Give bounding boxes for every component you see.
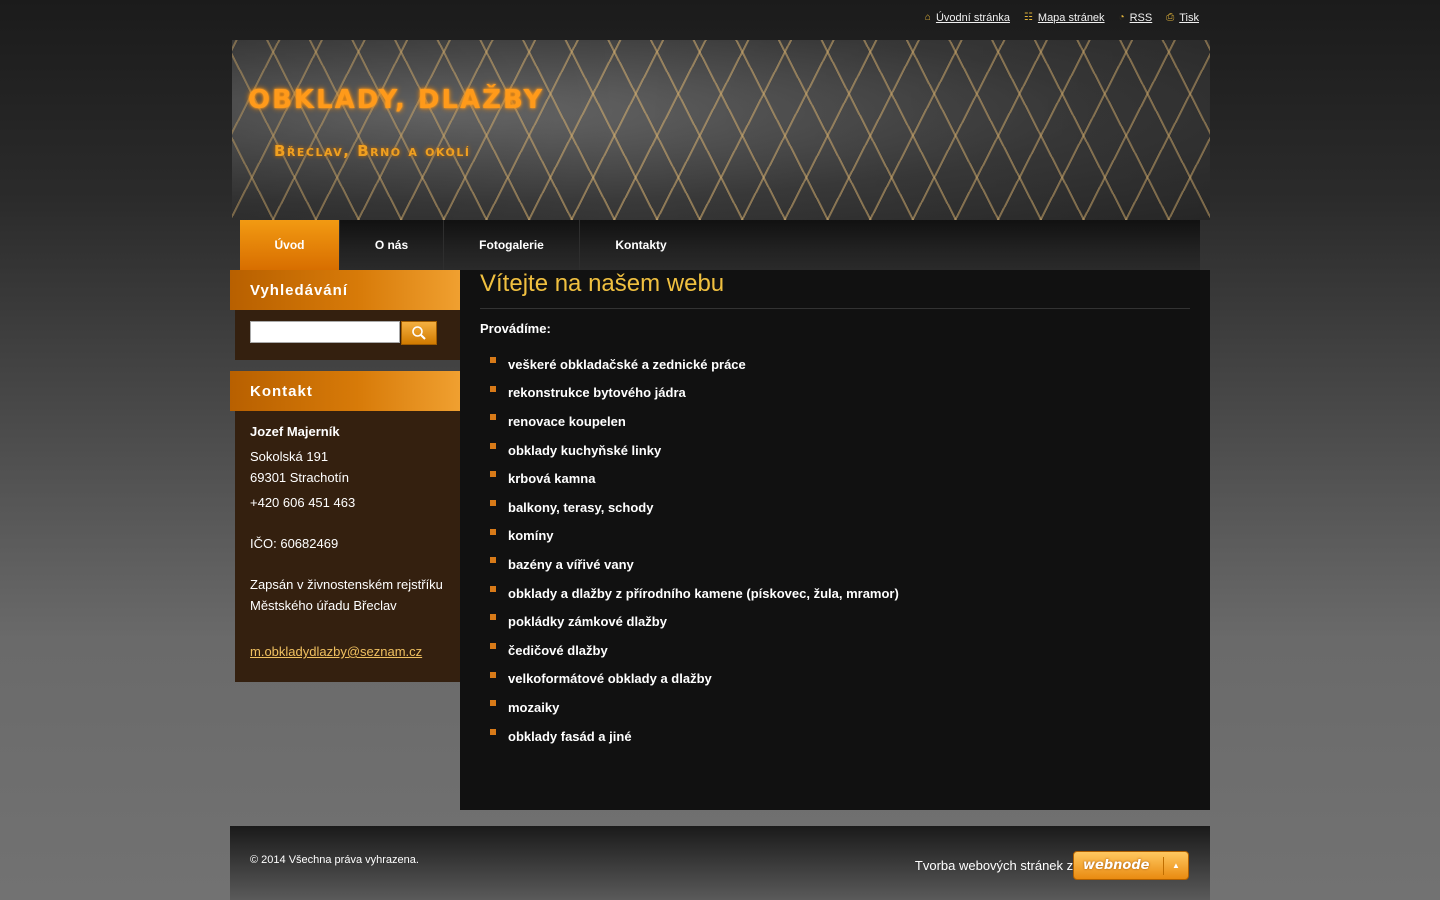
bullet-icon (490, 385, 496, 392)
bullet-icon (490, 471, 496, 478)
nav-item-uvod[interactable]: Úvod (240, 220, 340, 270)
service-label: komíny (508, 528, 554, 544)
chevron-up-icon: ▲ (1172, 861, 1180, 870)
bullet-icon (490, 499, 496, 506)
toplink-rss[interactable]: ◔ RSS (1119, 12, 1153, 24)
home-icon: ⌂ (924, 12, 931, 23)
bullet-icon (490, 357, 496, 363)
bullet-icon (490, 642, 496, 649)
header-banner: OBKLADY, DLAŽBY Břeclav, Brno a okolí (232, 40, 1210, 220)
list-item: obklady a dlažby z přírodního kamene (pí… (490, 579, 899, 608)
list-item: krbová kamna (490, 464, 899, 493)
toplink-home-label[interactable]: Úvodní stránka (936, 12, 1010, 24)
rss-icon: ◔ (1118, 12, 1125, 23)
contact-city: 69301 Strachotín (250, 470, 350, 485)
service-label: bazény a vířivé vany (508, 556, 634, 572)
services-intro: Provádíme: (480, 321, 551, 336)
services-list: veškeré obkladačské a zednické práce rek… (490, 350, 899, 750)
service-label: krbová kamna (508, 471, 596, 487)
toplink-rss-label[interactable]: RSS (1130, 12, 1153, 24)
service-label: obklady kuchyňské linky (508, 442, 662, 458)
service-label: veškeré obkladačské a zednické práce (508, 356, 746, 372)
search-panel (235, 310, 460, 360)
search-button[interactable] (401, 321, 437, 345)
list-item: rekonstrukce bytového jádra (490, 379, 899, 408)
webnode-logo: webnode (1083, 858, 1150, 873)
site-slogan: Břeclav, Brno a okolí (274, 142, 471, 160)
bullet-icon (490, 557, 496, 564)
toplink-print[interactable]: ⎙ Tisk (1166, 12, 1199, 24)
contact-panel: Jozef Majerník Sokolská 191 69301 Strach… (235, 411, 460, 682)
list-item: balkony, terasy, schody (490, 493, 899, 522)
service-label: mozaiky (508, 699, 560, 715)
list-item: velkoformátové obklady a dlažby (490, 665, 899, 694)
bullet-icon (490, 614, 496, 621)
main-nav: Úvod O nás Fotogalerie Kontakty (240, 220, 1200, 270)
toplink-sitemap-label[interactable]: Mapa stránek (1038, 12, 1105, 24)
footer: © 2014 Všechna práva vyhrazena. Tvorba w… (230, 826, 1210, 900)
sitemap-icon: ☷ (1023, 12, 1033, 23)
bullet-icon (490, 700, 496, 707)
contact-box-title: Kontakt (230, 371, 460, 411)
contact-name: Jozef Majerník (250, 424, 340, 439)
bullet-icon (490, 728, 496, 735)
list-item: pokládky zámkové dlažby (490, 607, 899, 636)
service-label: velkoformátové obklady a dlažby (508, 671, 712, 687)
list-item: komíny (490, 522, 899, 551)
search-input[interactable] (250, 321, 400, 343)
print-icon: ⎙ (1166, 12, 1175, 23)
nav-item-fotogalerie[interactable]: Fotogalerie (444, 220, 580, 270)
bullet-icon (490, 671, 496, 678)
bullet-icon (490, 414, 496, 421)
list-item: veškeré obkladačské a zednické práce (490, 350, 899, 379)
service-label: obklady a dlažby z přírodního kamene (pí… (508, 585, 899, 601)
service-label: rekonstrukce bytového jádra (508, 385, 686, 401)
bullet-icon (490, 585, 496, 592)
toplink-sitemap[interactable]: ☷ Mapa stránek (1024, 12, 1105, 24)
list-item: obklady kuchyňské linky (490, 436, 899, 465)
service-label: obklady fasád a jiné (508, 728, 632, 744)
list-item: čedičové dlažby (490, 636, 899, 665)
site-title[interactable]: OBKLADY, DLAŽBY (248, 85, 544, 115)
page-title: Vítejte na našem webu (480, 270, 725, 297)
contact-phone: +420 606 451 463 (250, 495, 356, 510)
top-links: ⌂ Úvodní stránka ☷ Mapa stránek ◔ RSS ⎙ … (925, 12, 1199, 24)
toplink-print-label[interactable]: Tisk (1179, 12, 1199, 24)
list-item: bazény a vířivé vany (490, 550, 899, 579)
service-label: pokládky zámkové dlažby (508, 614, 667, 630)
toplink-home[interactable]: ⌂ Úvodní stránka (925, 12, 1010, 24)
search-icon (412, 326, 426, 340)
contact-ico: IČO: 60682469 (250, 536, 339, 551)
main-content: Vítejte na našem webu Provádíme: veškeré… (460, 270, 1210, 810)
nav-item-o-nas[interactable]: O nás (340, 220, 444, 270)
service-label: balkony, terasy, schody (508, 499, 654, 515)
contact-email-link[interactable]: m.obkladydlazby@seznam.cz (250, 644, 422, 659)
copyright: © 2014 Všechna práva vyhrazena. (250, 854, 419, 866)
service-label: renovace koupelen (508, 413, 626, 429)
webnode-badge-button[interactable]: webnode ▲ (1073, 851, 1189, 880)
list-item: mozaiky (490, 693, 899, 722)
title-divider (480, 308, 1190, 309)
contact-register-line-1: Zapsán v živnostenském rejstříku (250, 577, 443, 592)
bullet-icon (490, 528, 496, 535)
bullet-icon (490, 442, 496, 449)
list-item: obklady fasád a jiné (490, 722, 899, 751)
search-box-title: Vyhledávání (230, 270, 460, 310)
contact-register-line-2: Městského úřadu Břeclav (250, 598, 397, 613)
service-label: čedičové dlažby (508, 642, 608, 658)
list-item: renovace koupelen (490, 407, 899, 436)
contact-street: Sokolská 191 (250, 449, 329, 464)
nav-item-kontakty[interactable]: Kontakty (580, 220, 702, 270)
